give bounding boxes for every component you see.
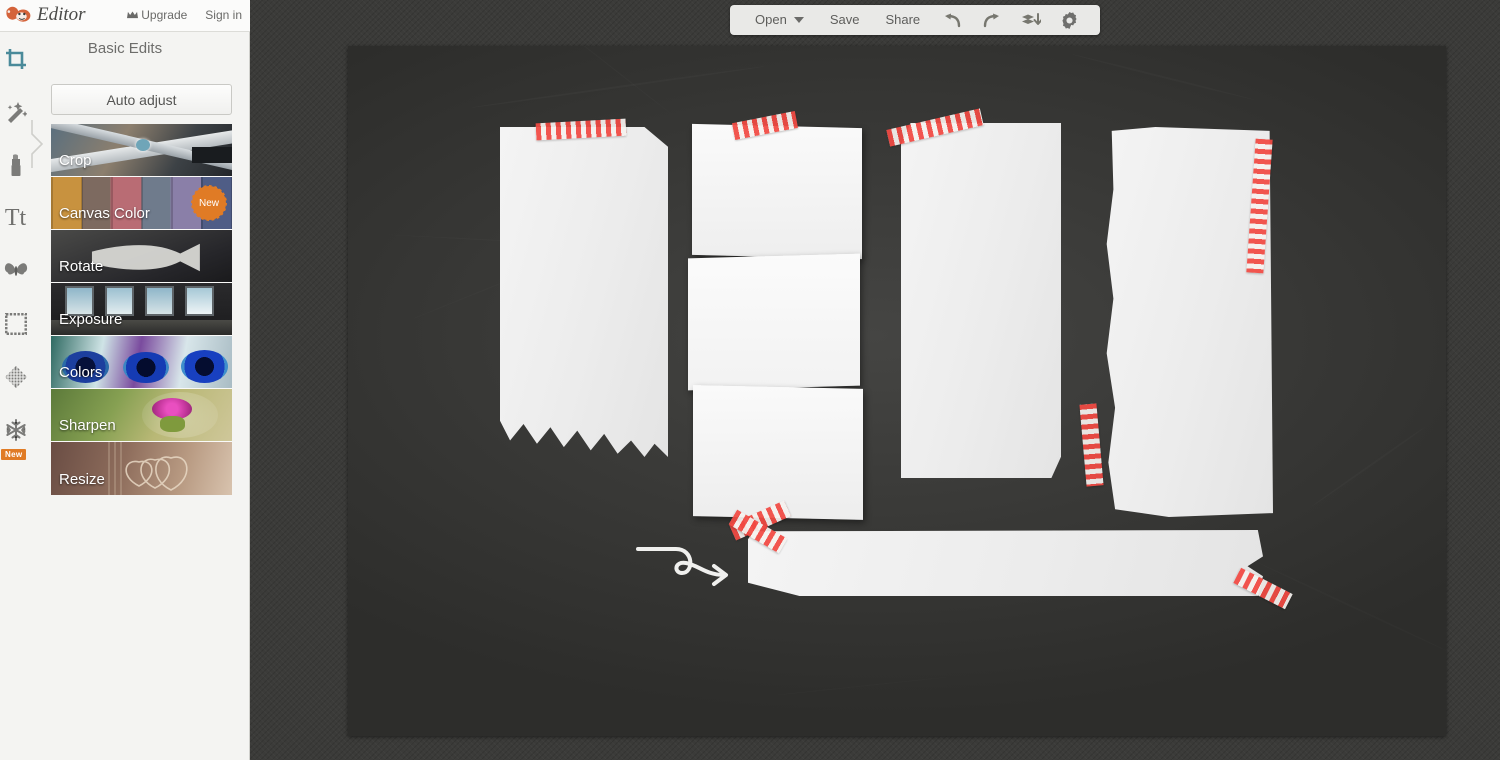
sidebar-item-exposure[interactable]: Exposure (51, 283, 232, 336)
layers-button[interactable] (1011, 12, 1051, 28)
open-label: Open (755, 12, 787, 27)
header-links: Upgrade Sign in (127, 8, 242, 22)
crown-icon (127, 11, 139, 19)
save-button[interactable]: Save (817, 5, 873, 35)
paper-sheet-2-fold-mid (688, 253, 860, 391)
undo-arrow-icon (945, 13, 961, 27)
butterfly-icon (4, 262, 27, 276)
sidebar-item-label: Sharpen (59, 417, 116, 434)
sidebar-item-resize[interactable]: Resize (51, 442, 232, 495)
redo-button[interactable] (972, 13, 1011, 28)
chalk-scratch (1310, 426, 1426, 508)
magic-wand-icon (7, 101, 27, 123)
signin-label: Sign in (205, 8, 242, 22)
sidebar-item-label: Canvas Color (59, 205, 150, 222)
sidebar-item-label: Exposure (59, 311, 123, 328)
monkey-logo-icon (6, 6, 31, 22)
canvas-toolbar: Open Save Share (730, 5, 1101, 35)
effects-tool[interactable] (0, 85, 31, 138)
paper-sheet-2-fold-top (692, 123, 862, 260)
image-canvas[interactable] (348, 46, 1446, 736)
upgrade-link[interactable]: Upgrade (127, 8, 187, 22)
open-button[interactable]: Open (742, 5, 817, 35)
auto-adjust-button[interactable]: Auto adjust (51, 84, 232, 115)
frames-tool[interactable] (0, 297, 31, 350)
share-button[interactable]: Share (872, 5, 933, 35)
app-header: Editor Upgrade Sign in (0, 0, 250, 32)
basic-edits-list: Crop Canvas Color New Rotate Exposure Co… (51, 124, 232, 495)
snowflake-icon (5, 418, 26, 441)
text-tool[interactable]: Tt (0, 191, 31, 244)
paper-sheet-5-banner (748, 530, 1263, 596)
text-tt-icon: Tt (4, 204, 27, 231)
sidebar-item-canvas-color[interactable]: Canvas Color New (51, 177, 232, 230)
panel-title: Basic Edits (87, 40, 163, 57)
lipstick-icon (11, 153, 20, 176)
curly-arrow-doodle (636, 547, 728, 586)
paper-sheet-3 (901, 123, 1061, 478)
overlays-tool[interactable] (0, 244, 31, 297)
upgrade-label: Upgrade (141, 8, 188, 22)
new-badge: New (1, 449, 27, 460)
layers-download-icon (1022, 12, 1042, 25)
paper-sheet-1 (500, 127, 668, 457)
chevron-down-icon[interactable] (793, 17, 804, 23)
crop-tool[interactable] (0, 32, 31, 85)
textures-tool[interactable] (0, 350, 31, 403)
crop-icon (5, 48, 26, 69)
app-brand-name: Editor (37, 3, 86, 25)
settings-button[interactable] (1051, 11, 1088, 29)
sidebar-item-crop[interactable]: Crop (51, 124, 232, 177)
chalk-scratch (768, 677, 947, 697)
sidebar-item-sharpen[interactable]: Sharpen (51, 389, 232, 442)
sidebar-item-label: Rotate (59, 258, 104, 275)
save-label: Save (829, 12, 860, 27)
sidebar-item-label: Colors (59, 364, 103, 381)
paper-sheet-2-fold-bottom (693, 385, 863, 520)
new-badge: New (191, 185, 227, 221)
sidebar-item-rotate[interactable]: Rotate (51, 230, 232, 283)
paper-sheet-4 (1106, 127, 1273, 517)
left-sidebar: Editor Upgrade Sign in Basic Edits Auto … (0, 0, 250, 760)
panel-collapse-handle[interactable] (31, 120, 44, 168)
sidebar-item-label: Resize (59, 471, 105, 488)
tool-rail: Tt New (0, 32, 31, 760)
texture-icon (4, 365, 27, 388)
touchup-tool[interactable] (0, 138, 31, 191)
app-logo[interactable]: Editor (6, 3, 86, 25)
washi-tape (1079, 403, 1104, 487)
signin-link[interactable]: Sign in (205, 8, 242, 22)
redo-arrow-icon (983, 13, 1000, 27)
sidebar-item-label: Crop (59, 152, 92, 169)
frame-icon (4, 312, 27, 335)
share-label: Share (885, 12, 921, 27)
undo-button[interactable] (933, 13, 972, 28)
gear-icon (1062, 11, 1077, 29)
themes-tool[interactable]: New (0, 403, 31, 460)
sidebar-item-colors[interactable]: Colors (51, 336, 232, 389)
chalk-scratch (1071, 53, 1256, 101)
